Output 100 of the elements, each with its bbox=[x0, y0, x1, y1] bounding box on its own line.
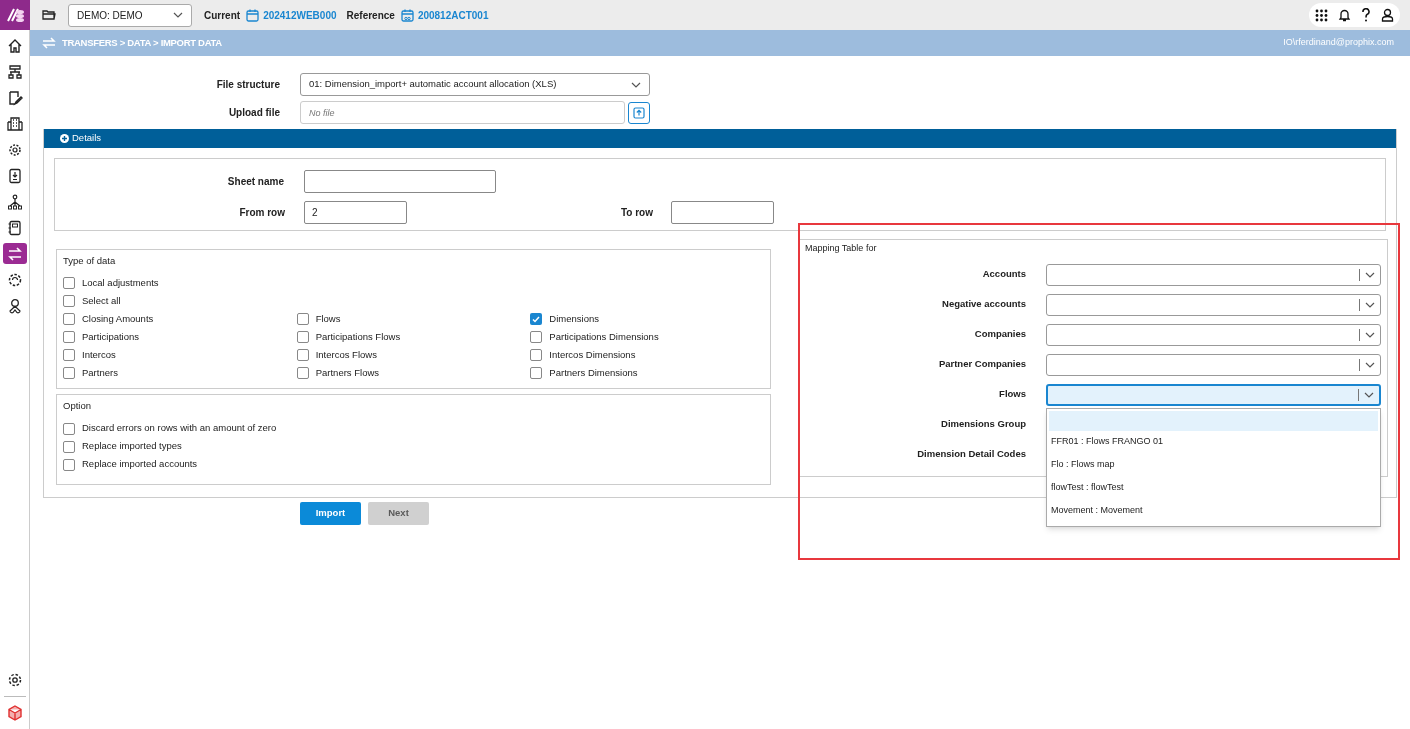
checkbox-label: Participations Dimensions bbox=[549, 330, 659, 345]
field-label: To row bbox=[619, 206, 653, 220]
checkbox[interactable] bbox=[530, 349, 543, 362]
checkbox-label: Partners Flows bbox=[315, 366, 380, 381]
gear-icon bbox=[6, 141, 23, 158]
checkbox[interactable] bbox=[296, 313, 309, 326]
section-title: Option bbox=[63, 399, 91, 414]
download-document-icon bbox=[6, 167, 23, 184]
app-grid-icon[interactable] bbox=[1315, 8, 1328, 22]
section-title: Type of data bbox=[63, 254, 116, 268]
checkbox-label: Participations bbox=[82, 330, 140, 345]
current-label: Current bbox=[204, 8, 241, 23]
field-label: Dimensions Group bbox=[940, 417, 1026, 432]
from-row-field[interactable]: 2 bbox=[304, 201, 407, 224]
chevron-down-icon bbox=[1365, 271, 1375, 278]
checkbox-label: Local adjustments bbox=[82, 276, 159, 291]
field-label: From row bbox=[238, 206, 285, 220]
checkbox-label: Discard errors on rows with an amount of zero bbox=[82, 421, 277, 436]
checkbox[interactable] bbox=[296, 367, 309, 380]
checkbox[interactable] bbox=[63, 313, 75, 326]
checkbox[interactable] bbox=[530, 331, 543, 344]
checkbox[interactable] bbox=[63, 440, 75, 453]
chevron-down-icon bbox=[631, 81, 641, 88]
dropdown-option[interactable]: Flo : Flows map bbox=[1047, 453, 1380, 477]
checkbox[interactable] bbox=[296, 331, 309, 344]
to-row-field[interactable] bbox=[671, 201, 774, 224]
field-label: Companies bbox=[973, 327, 1026, 342]
settings-icon[interactable] bbox=[6, 672, 23, 688]
checkbox-label: Replace imported accounts bbox=[82, 457, 198, 472]
checkbox-label: Closing Amounts bbox=[82, 312, 154, 327]
checkbox[interactable] bbox=[530, 367, 543, 380]
details-header[interactable]: Details bbox=[44, 129, 1396, 148]
upload-button[interactable] bbox=[628, 101, 650, 124]
folder-icon[interactable] bbox=[42, 9, 56, 21]
breadcrumb: TRANSFERS > DATA > IMPORT DATA bbox=[62, 35, 222, 50]
section-title: Mapping Table for bbox=[805, 242, 877, 255]
entity-select[interactable]: DEMO: DEMO bbox=[68, 3, 192, 27]
mapping-select[interactable] bbox=[1046, 293, 1381, 316]
sheet-name-field[interactable] bbox=[304, 170, 496, 193]
checkbox-label: Intercos bbox=[82, 348, 116, 363]
checkbox-label: Intercos Flows bbox=[315, 348, 377, 363]
transfer-icon bbox=[6, 245, 23, 262]
checkbox[interactable] bbox=[63, 331, 75, 344]
user-email: IO\rferdinand@prophix.com bbox=[1283, 36, 1394, 50]
reference-label: Reference bbox=[346, 8, 395, 23]
bell-icon[interactable] bbox=[1338, 8, 1351, 22]
checkbox-label: Select all bbox=[82, 294, 121, 309]
checkmark-icon bbox=[532, 315, 541, 323]
home-icon bbox=[6, 37, 23, 54]
network-icon bbox=[6, 193, 23, 210]
checkbox[interactable] bbox=[63, 458, 75, 471]
hierarchy-icon bbox=[6, 63, 23, 80]
details-title: Details bbox=[72, 131, 102, 146]
user-icon[interactable] bbox=[1381, 8, 1394, 22]
person-icon bbox=[6, 297, 23, 314]
cube-logo-icon[interactable] bbox=[6, 705, 23, 721]
action-button[interactable]: Import bbox=[300, 501, 361, 525]
chevron-down-icon bbox=[1365, 331, 1375, 338]
sidebar-item[interactable] bbox=[2, 243, 27, 264]
field-label: Flows bbox=[998, 387, 1026, 402]
checkbox-label: Dimensions bbox=[549, 312, 599, 327]
dropdown-option[interactable]: flowTest : flowTest bbox=[1047, 476, 1380, 500]
checkbox[interactable] bbox=[530, 313, 543, 326]
field-label: Sheet name bbox=[226, 175, 284, 189]
checkbox[interactable] bbox=[63, 277, 75, 290]
mapping-select[interactable] bbox=[1046, 263, 1381, 286]
checkbox[interactable] bbox=[63, 349, 75, 362]
chevron-down-icon bbox=[173, 12, 183, 18]
field-label: Partner Companies bbox=[937, 357, 1026, 372]
transfer-icon bbox=[42, 37, 56, 49]
mapping-select[interactable] bbox=[1046, 383, 1381, 406]
plus-circle-icon bbox=[60, 134, 69, 143]
upload-file-field[interactable]: No file bbox=[300, 101, 625, 124]
checkbox-label: Partners bbox=[82, 366, 118, 381]
help-icon[interactable] bbox=[1361, 8, 1371, 22]
calendar-icon bbox=[246, 8, 260, 22]
dropdown-option[interactable]: Movement : Movement bbox=[1047, 499, 1380, 523]
checkbox[interactable] bbox=[296, 349, 309, 362]
checkbox-label: Flows bbox=[315, 312, 341, 327]
app-logo[interactable] bbox=[0, 0, 30, 30]
field-label: Negative accounts bbox=[941, 297, 1026, 312]
file-structure-select[interactable]: 01: Dimension_import+ automatic account allocation (XLS) bbox=[300, 73, 650, 96]
mapping-select[interactable] bbox=[1046, 353, 1381, 376]
mapping-select[interactable] bbox=[1046, 323, 1381, 346]
dropdown-search-field[interactable] bbox=[1049, 410, 1378, 431]
upload-icon bbox=[633, 106, 645, 119]
chevron-down-icon bbox=[1365, 361, 1375, 368]
chevron-down-icon bbox=[1364, 391, 1374, 398]
checkbox-label: Intercos Dimensions bbox=[549, 348, 636, 363]
checkbox[interactable] bbox=[63, 367, 75, 380]
chevron-down-icon bbox=[1365, 301, 1375, 308]
gear-icon bbox=[6, 271, 23, 288]
checkbox-label: Replace imported types bbox=[82, 439, 182, 454]
edit-icon bbox=[6, 89, 23, 106]
checkbox[interactable] bbox=[63, 295, 75, 308]
building-icon bbox=[6, 115, 23, 132]
dropdown-option[interactable]: FFR01 : Flows FRANGO 01 bbox=[1047, 430, 1380, 454]
checkbox-label: Partners Dimensions bbox=[549, 366, 638, 381]
notebook-icon bbox=[6, 219, 23, 236]
checkbox[interactable] bbox=[63, 422, 75, 435]
